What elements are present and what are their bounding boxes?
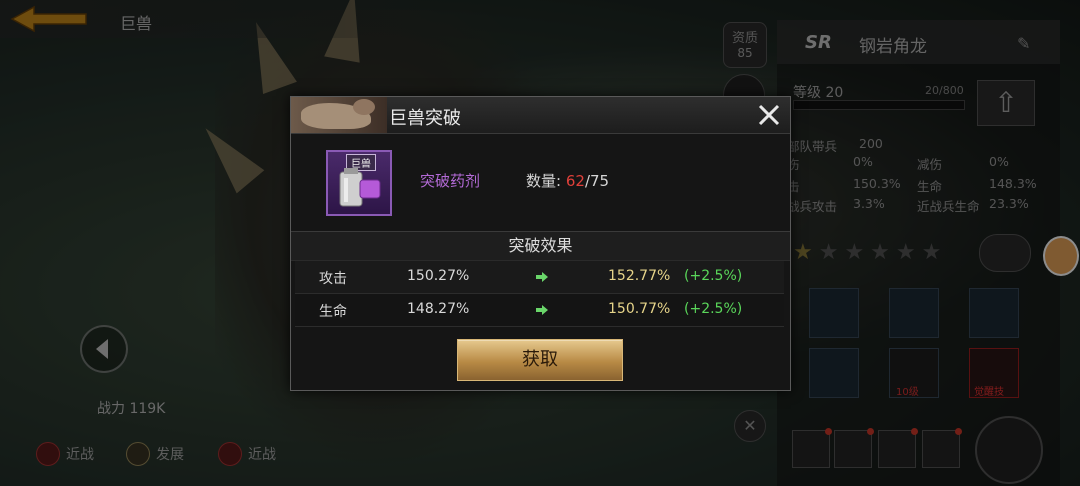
dialog-header: 巨兽突破	[291, 97, 790, 134]
effect-row: 生命 148.27% 150.77% (+2.5%)	[295, 294, 784, 327]
effect-delta: (+2.5%)	[684, 301, 743, 317]
effect-row: 攻击 150.27% 152.77% (+2.5%)	[295, 261, 784, 294]
quantity-required: /75	[584, 172, 610, 190]
effect-label: 攻击	[319, 271, 347, 287]
breakthrough-dialog: 巨兽突破 巨兽 突破药剂 数量: 62/75 突破效果 攻击 150.27% 1…	[290, 96, 791, 391]
effect-delta: (+2.5%)	[684, 268, 743, 284]
dialog-title: 巨兽突破	[389, 108, 461, 129]
effect-after: 150.77%	[608, 301, 671, 317]
quantity-label: 数量:	[526, 172, 562, 190]
potion-canister-icon	[339, 168, 381, 207]
item-name: 突破药剂	[420, 172, 481, 190]
quantity-have: 62	[565, 172, 585, 190]
breakthrough-potion-item[interactable]: 巨兽	[326, 150, 392, 216]
effect-section-title: 突破效果	[291, 231, 790, 261]
effect-after: 152.77%	[608, 268, 671, 284]
arrow-right-icon	[536, 305, 548, 315]
item-quantity: 数量: 62/75	[526, 170, 609, 191]
effect-before: 148.27%	[407, 301, 470, 317]
effect-label: 生命	[319, 304, 347, 320]
close-button[interactable]	[757, 103, 781, 127]
close-icon	[758, 104, 780, 126]
obtain-button[interactable]: 获取	[457, 339, 623, 381]
arrow-right-icon	[536, 272, 548, 282]
beast-portrait	[291, 97, 387, 133]
effect-before: 150.27%	[407, 268, 470, 284]
